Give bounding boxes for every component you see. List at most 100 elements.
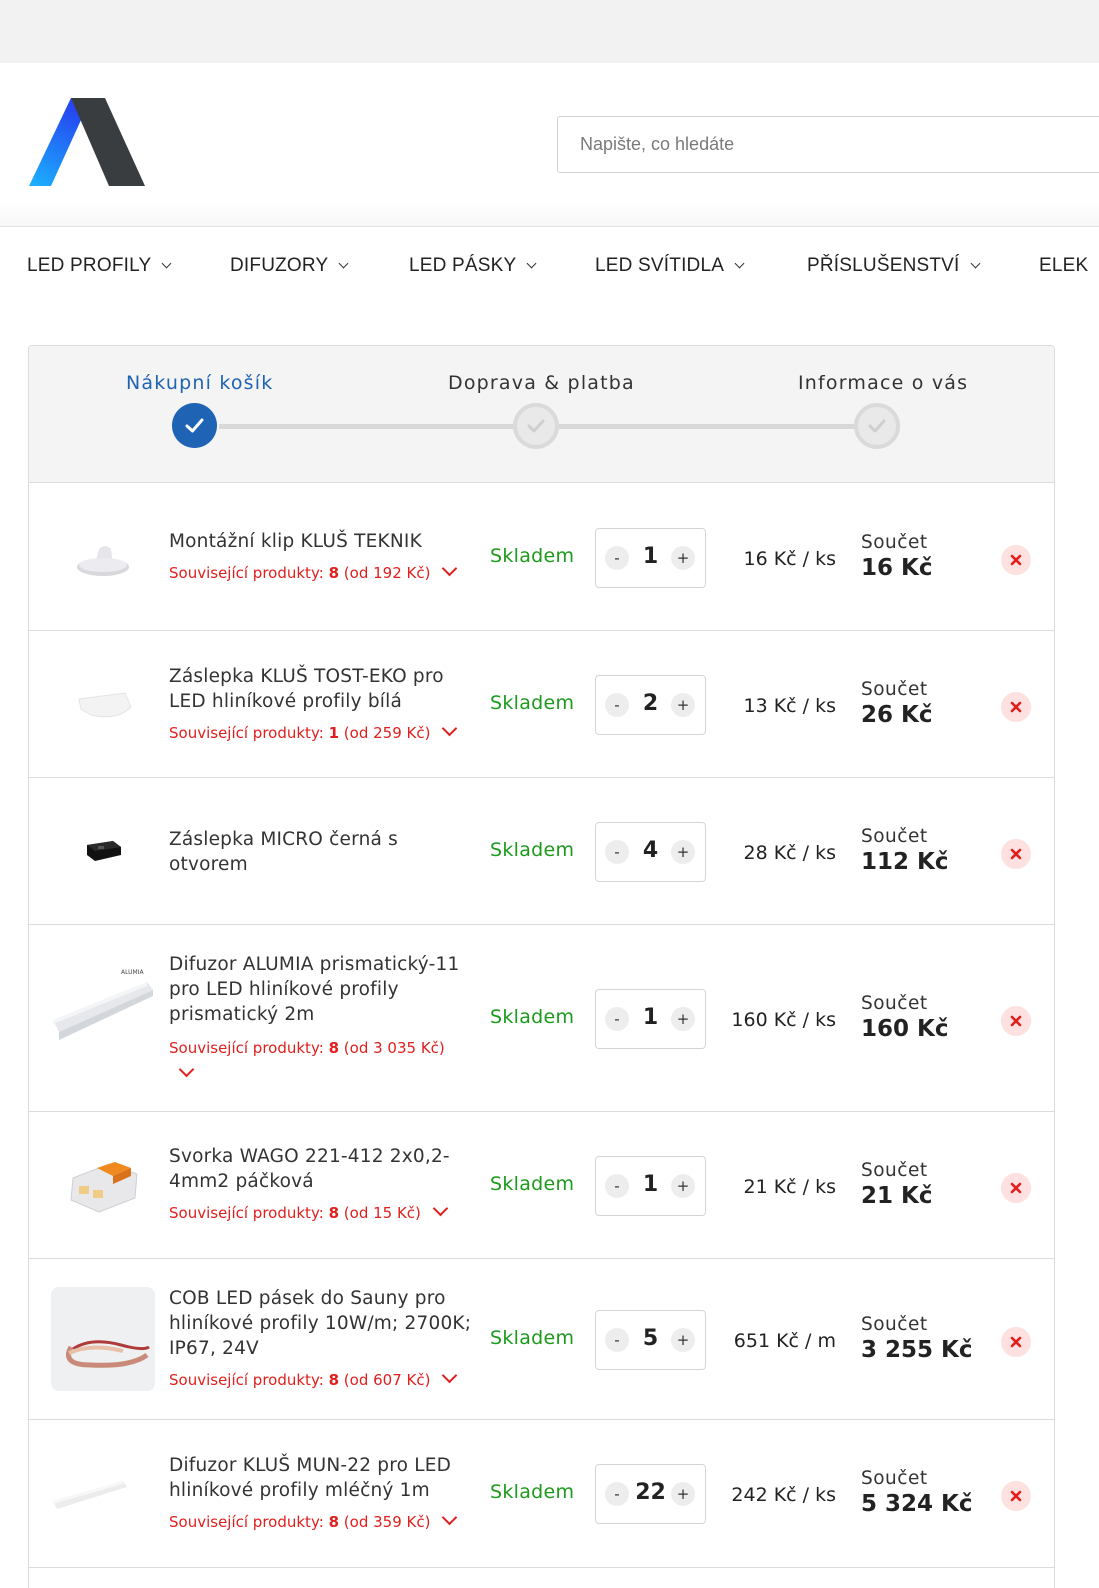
quantity-increase-button[interactable]: + [671,1007,695,1031]
quantity-increase-button[interactable]: + [671,1174,695,1198]
unit-price: 21 Kč / ks [743,1176,836,1198]
product-name[interactable]: Montážní klip KLUŠ TEKNIK [169,529,474,554]
nav-item-prislusenstvi[interactable]: PŘÍSLUŠENSTVÍ [807,255,980,277]
related-from: (od 259 Kč) [343,724,431,742]
remove-item-button[interactable] [1001,545,1031,575]
related-prefix: Související produkty: [169,564,324,582]
unit-price: 160 Kč / ks [731,1009,836,1031]
remove-item-button[interactable] [1001,692,1031,722]
quantity-decrease-button[interactable]: - [605,1174,629,1198]
main-nav: LED PROFILY DIFUZORY LED PÁSKY LED SVÍTI… [0,226,1099,304]
step-shipping-check-icon[interactable] [513,403,559,449]
sum-value: 21 Kč [861,1183,933,1209]
related-products-link[interactable]: Související produkty: 8 (od 3 035 Kč) [169,1035,474,1087]
clip-thumbnail-icon[interactable] [51,505,155,609]
chevron-down-icon [161,258,172,269]
product-name[interactable]: Difuzor ALUMIA prismatický-11 pro LED hl… [169,952,474,1027]
product-name[interactable]: Záslepka MICRO černá s otvorem [169,827,474,877]
quantity-increase-button[interactable]: + [671,693,695,717]
sum-label: Součet [861,993,928,1014]
logo-icon[interactable] [29,98,145,186]
related-products-link[interactable]: Související produkty: 8 (od 192 Kč) [169,560,474,586]
related-count: 8 [328,1039,340,1057]
product-name[interactable]: Záslepka KLUŠ TOST-EKO pro LED hliníkové… [169,664,474,714]
close-icon [1010,848,1022,860]
diffuser-milky-thumbnail-icon[interactable] [51,1441,155,1545]
quantity-increase-button[interactable]: + [671,546,695,570]
quantity-input[interactable] [630,838,671,863]
sum-label: Součet [861,826,928,847]
sum-label: Součet [861,1314,928,1335]
quantity-increase-button[interactable]: + [671,840,695,864]
chevron-down-icon [442,1367,458,1384]
remove-item-button[interactable] [1001,839,1031,869]
nav-item-elek[interactable]: ELEK [1039,255,1088,277]
step-label-shipping[interactable]: Doprava & platba [448,372,635,394]
product-name[interactable]: Svorka WAGO 221-412 2x0,2-4mm2 páčková [169,1144,474,1194]
related-prefix: Související produkty: [169,724,324,742]
step-cart-check-icon[interactable] [172,403,217,448]
stock-status: Skladem [490,1327,575,1349]
quantity-stepper: - + [595,675,706,735]
related-count: 8 [328,1204,340,1222]
quantity-decrease-button[interactable]: - [605,546,629,570]
related-from: (od 15 Kč) [343,1204,421,1222]
wago-connector-thumbnail-icon[interactable] [51,1132,155,1236]
nav-item-led-profily[interactable]: LED PROFILY [27,255,172,277]
nav-item-difuzory[interactable]: DIFUZORY [230,255,349,277]
cart-item-row: Záslepka KLUŠ TOST-EKO pro LED hliníkové… [29,631,1054,778]
remove-item-button[interactable] [1001,1006,1031,1036]
step-label-info[interactable]: Informace o vás [798,372,968,394]
quantity-input[interactable] [630,1326,671,1351]
diffuser-prismatic-thumbnail-icon[interactable]: ALUMIA [51,962,155,1066]
quantity-input[interactable] [630,544,671,569]
header-fade [0,200,1099,226]
quantity-increase-button[interactable]: + [671,1328,695,1352]
cart-item-row: Záslepka MICRO černá s otvorem Skladem -… [29,778,1054,925]
quantity-decrease-button[interactable]: - [605,1007,629,1031]
quantity-input[interactable] [630,1172,671,1197]
unit-price: 651 Kč / m [733,1330,836,1352]
quantity-decrease-button[interactable]: - [605,1482,629,1506]
sum-value: 3 255 Kč [861,1337,973,1363]
nav-item-led-pasky[interactable]: LED PÁSKY [409,255,537,277]
remove-item-button[interactable] [1001,1481,1031,1511]
step-info-check-icon[interactable] [854,403,900,449]
nav-label: DIFUZORY [230,255,329,276]
quantity-input[interactable] [630,691,671,716]
related-products-link[interactable]: Související produkty: 8 (od 359 Kč) [169,1509,474,1535]
product-name[interactable]: Difuzor KLUŠ MUN-22 pro LED hliníkové pr… [169,1453,474,1503]
cart-item-row: ALUMIA Difuzor ALUMIA prismatický-11 pro… [29,925,1054,1112]
unit-price: 16 Kč / ks [743,548,836,570]
cart-item-row: Svorka WAGO 221-412 2x0,2-4mm2 páčková S… [29,1112,1054,1259]
related-products-link[interactable]: Související produkty: 8 (od 15 Kč) [169,1200,474,1226]
related-products-link[interactable]: Související produkty: 1 (od 259 Kč) [169,720,474,746]
cob-strip-thumbnail-icon[interactable] [51,1287,155,1391]
stock-status: Skladem [490,692,575,714]
brand-text: ALUMIA [121,969,144,976]
search-input[interactable] [557,116,1099,173]
quantity-input[interactable] [630,1480,671,1505]
product-name[interactable]: COB LED pásek do Sauny pro hliníkové pro… [169,1286,474,1361]
quantity-input[interactable] [630,1005,671,1030]
unit-price: 13 Kč / ks [743,695,836,717]
quantity-decrease-button[interactable]: - [605,840,629,864]
step-label-cart[interactable]: Nákupní košík [126,372,273,394]
remove-item-button[interactable] [1001,1327,1031,1357]
quantity-stepper: - + [595,1156,706,1216]
cart-item-row: Difuzor KLUŠ MUN-22 pro LED hliníkové pr… [29,1420,1054,1568]
related-prefix: Související produkty: [169,1204,324,1222]
related-products-link[interactable]: Související produkty: 8 (od 607 Kč) [169,1367,474,1393]
remove-item-button[interactable] [1001,1173,1031,1203]
quantity-decrease-button[interactable]: - [605,693,629,717]
nav-item-led-svitidla[interactable]: LED SVÍTIDLA [595,255,745,277]
sum-label: Součet [861,532,928,553]
related-from: (od 359 Kč) [343,1513,431,1531]
endcap-white-thumbnail-icon[interactable] [51,651,155,755]
related-count: 8 [328,564,340,582]
quantity-decrease-button[interactable]: - [605,1328,629,1352]
endcap-black-thumbnail-icon[interactable] [51,799,155,903]
nav-label: LED SVÍTIDLA [595,255,725,276]
sum-label: Součet [861,1468,928,1489]
quantity-increase-button[interactable]: + [671,1482,695,1506]
